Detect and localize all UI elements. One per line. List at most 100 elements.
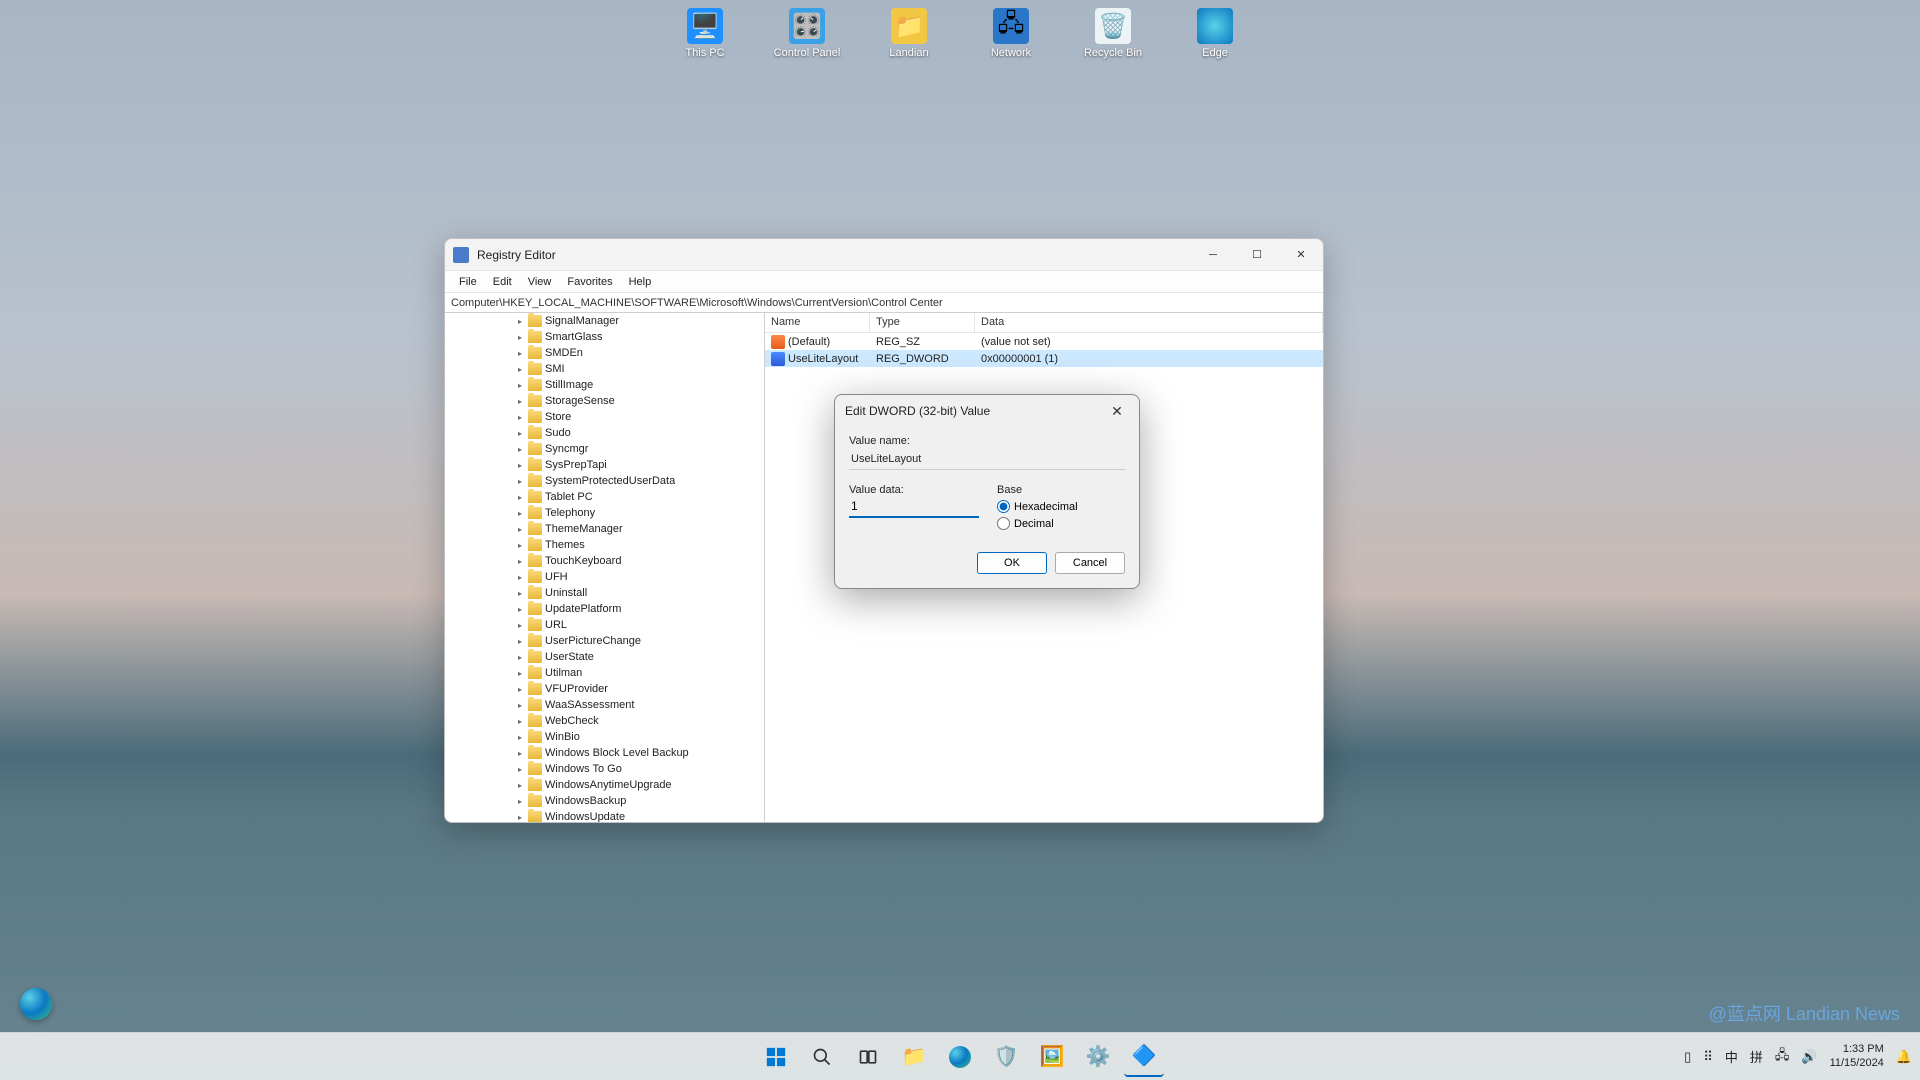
tree-item[interactable]: ▸Uninstall [445, 585, 764, 601]
expand-arrow-icon[interactable]: ▸ [515, 445, 525, 454]
expand-arrow-icon[interactable]: ▸ [515, 349, 525, 358]
tree-item[interactable]: ▸WindowsAnytimeUpgrade [445, 777, 764, 793]
clock[interactable]: 1:33 PM 11/15/2024 [1830, 1043, 1884, 1069]
desktop-icon-network[interactable]: 🖧Network [976, 8, 1046, 59]
tree-item[interactable]: ▸SysPrepTapi [445, 457, 764, 473]
radio-decimal[interactable] [997, 517, 1010, 530]
tree-item[interactable]: ▸ThemeManager [445, 521, 764, 537]
expand-arrow-icon[interactable]: ▸ [515, 797, 525, 806]
expand-arrow-icon[interactable]: ▸ [515, 653, 525, 662]
start-button[interactable] [756, 1037, 796, 1077]
menu-view[interactable]: View [520, 273, 560, 291]
tree-item[interactable]: ▸UserState [445, 649, 764, 665]
network-icon[interactable]: 🖧 [1775, 1046, 1790, 1068]
list-row[interactable]: UseLiteLayoutREG_DWORD0x00000001 (1) [765, 350, 1323, 367]
expand-arrow-icon[interactable]: ▸ [515, 381, 525, 390]
expand-arrow-icon[interactable]: ▸ [515, 717, 525, 726]
task-view-button[interactable] [848, 1037, 888, 1077]
expand-arrow-icon[interactable]: ▸ [515, 781, 525, 790]
registry-tree[interactable]: ▸SignalManager▸SmartGlass▸SMDEn▸SMI▸Stil… [445, 313, 765, 822]
tree-item[interactable]: ▸WebCheck [445, 713, 764, 729]
tree-item[interactable]: ▸StorageSense [445, 393, 764, 409]
expand-arrow-icon[interactable]: ▸ [515, 621, 525, 630]
expand-arrow-icon[interactable]: ▸ [515, 733, 525, 742]
menu-help[interactable]: Help [621, 273, 660, 291]
desktop-icon-control-panel[interactable]: 🎛️Control Panel [772, 8, 842, 59]
header-name[interactable]: Name [765, 313, 870, 332]
expand-arrow-icon[interactable]: ▸ [515, 701, 525, 710]
expand-arrow-icon[interactable]: ▸ [515, 685, 525, 694]
ime-indicator-2[interactable]: 拼 [1750, 1047, 1763, 1066]
desktop-icon-edge[interactable]: Edge [1180, 8, 1250, 59]
minimize-button[interactable]: ─ [1191, 239, 1235, 270]
volume-icon[interactable]: 🔊 [1801, 1049, 1817, 1065]
regedit-taskbar[interactable]: 🔷 [1124, 1037, 1164, 1077]
expand-arrow-icon[interactable]: ▸ [515, 605, 525, 614]
expand-arrow-icon[interactable]: ▸ [515, 557, 525, 566]
expand-arrow-icon[interactable]: ▸ [515, 493, 525, 502]
tree-item[interactable]: ▸TouchKeyboard [445, 553, 764, 569]
expand-arrow-icon[interactable]: ▸ [515, 573, 525, 582]
value-data-input[interactable] [849, 496, 979, 518]
expand-arrow-icon[interactable]: ▸ [515, 525, 525, 534]
app-button-1[interactable]: 🖼️ [1032, 1037, 1072, 1077]
tree-item[interactable]: ▸Syncmgr [445, 441, 764, 457]
header-type[interactable]: Type [870, 313, 975, 332]
expand-arrow-icon[interactable]: ▸ [515, 749, 525, 758]
edge-floating-icon[interactable] [20, 988, 52, 1020]
ime-indicator-1[interactable]: 中 [1725, 1047, 1738, 1066]
expand-arrow-icon[interactable]: ▸ [515, 541, 525, 550]
ok-button[interactable]: OK [977, 552, 1047, 574]
maximize-button[interactable]: ☐ [1235, 239, 1279, 270]
header-data[interactable]: Data [975, 313, 1323, 332]
expand-arrow-icon[interactable]: ▸ [515, 365, 525, 374]
tree-item[interactable]: ▸Store [445, 409, 764, 425]
expand-arrow-icon[interactable]: ▸ [515, 813, 525, 822]
radio-hexadecimal[interactable] [997, 500, 1010, 513]
address-input[interactable] [451, 297, 1317, 309]
cancel-button[interactable]: Cancel [1055, 552, 1125, 574]
expand-arrow-icon[interactable]: ▸ [515, 765, 525, 774]
tree-item[interactable]: ▸URL [445, 617, 764, 633]
tree-item[interactable]: ▸SmartGlass [445, 329, 764, 345]
tree-item[interactable]: ▸SystemProtectedUserData [445, 473, 764, 489]
settings-button[interactable]: ⚙️ [1078, 1037, 1118, 1077]
expand-arrow-icon[interactable]: ▸ [515, 589, 525, 598]
expand-arrow-icon[interactable]: ▸ [515, 317, 525, 326]
tree-item[interactable]: ▸WindowsUpdate [445, 809, 764, 822]
expand-arrow-icon[interactable]: ▸ [515, 397, 525, 406]
tree-item[interactable]: ▸StillImage [445, 377, 764, 393]
explorer-button[interactable]: 📁 [894, 1037, 934, 1077]
expand-arrow-icon[interactable]: ▸ [515, 333, 525, 342]
tree-item[interactable]: ▸Windows Block Level Backup [445, 745, 764, 761]
list-row[interactable]: (Default)REG_SZ(value not set) [765, 333, 1323, 350]
tray-grid-icon[interactable]: ⠿ [1703, 1049, 1713, 1065]
tree-item[interactable]: ▸UpdatePlatform [445, 601, 764, 617]
expand-arrow-icon[interactable]: ▸ [515, 477, 525, 486]
menu-favorites[interactable]: Favorites [559, 273, 620, 291]
expand-arrow-icon[interactable]: ▸ [515, 637, 525, 646]
tree-item[interactable]: ▸UserPictureChange [445, 633, 764, 649]
menu-file[interactable]: File [451, 273, 485, 291]
menu-edit[interactable]: Edit [485, 273, 520, 291]
search-button[interactable] [802, 1037, 842, 1077]
expand-arrow-icon[interactable]: ▸ [515, 509, 525, 518]
notifications-icon[interactable]: 🔔 [1896, 1049, 1912, 1065]
security-button[interactable]: 🛡️ [986, 1037, 1026, 1077]
tree-item[interactable]: ▸WindowsBackup [445, 793, 764, 809]
tree-item[interactable]: ▸Windows To Go [445, 761, 764, 777]
desktop-icon-recycle-bin[interactable]: 🗑️Recycle Bin [1078, 8, 1148, 59]
tree-item[interactable]: ▸SignalManager [445, 313, 764, 329]
expand-arrow-icon[interactable]: ▸ [515, 461, 525, 470]
tree-item[interactable]: ▸VFUProvider [445, 681, 764, 697]
tree-item[interactable]: ▸WaaSAssessment [445, 697, 764, 713]
expand-arrow-icon[interactable]: ▸ [515, 669, 525, 678]
dialog-title-bar[interactable]: Edit DWORD (32-bit) Value ✕ [835, 395, 1139, 427]
tree-item[interactable]: ▸SMDEn [445, 345, 764, 361]
tree-item[interactable]: ▸Utilman [445, 665, 764, 681]
tree-item[interactable]: ▸Themes [445, 537, 764, 553]
tree-item[interactable]: ▸UFH [445, 569, 764, 585]
tree-item[interactable]: ▸Tablet PC [445, 489, 764, 505]
expand-arrow-icon[interactable]: ▸ [515, 429, 525, 438]
tree-item[interactable]: ▸WinBio [445, 729, 764, 745]
